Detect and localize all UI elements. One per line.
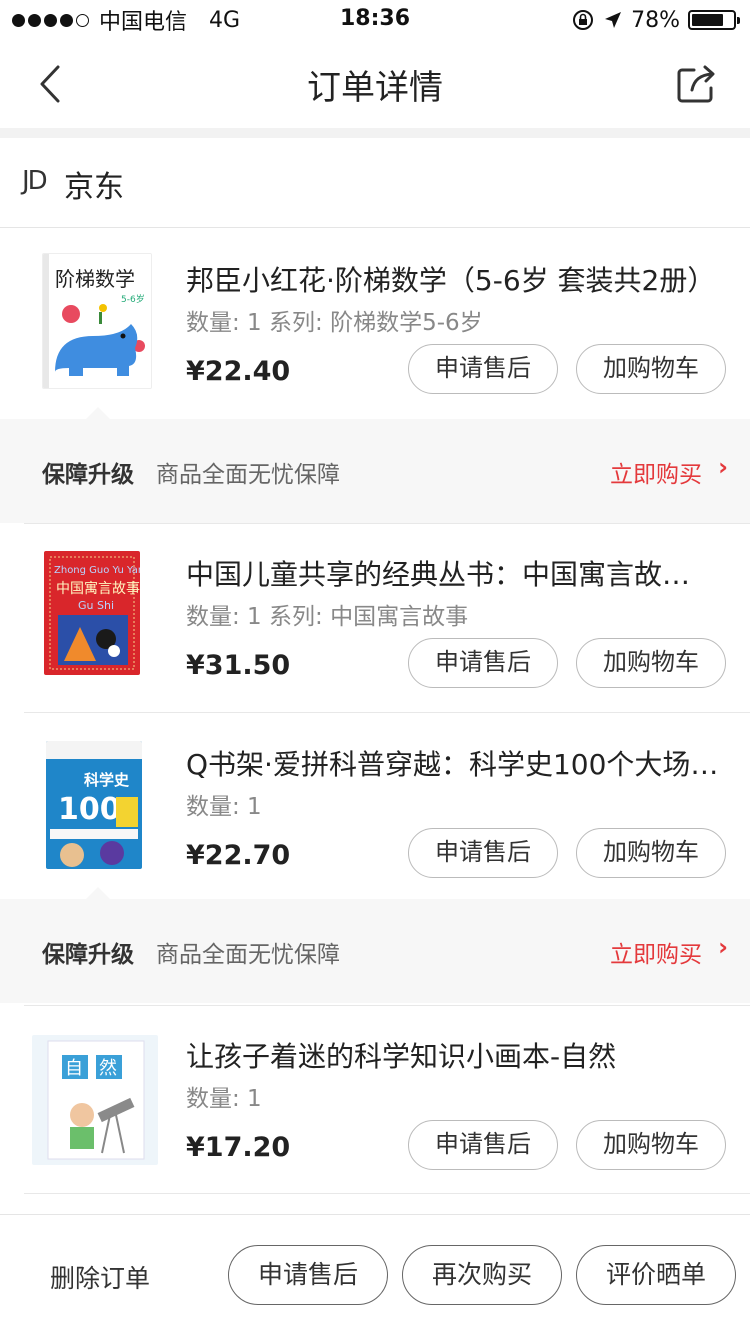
product-meta: 数量: 1 bbox=[186, 794, 262, 820]
guarantee-upgrade-bar[interactable]: 保障升级 商品全面无忧保障 立即购买 › bbox=[0, 407, 750, 523]
cover-title-part-2: 然 bbox=[99, 1058, 117, 1079]
add-to-cart-button[interactable]: 加购物车 bbox=[576, 344, 726, 394]
product-item[interactable]: 阶梯数学 5-6岁 邦臣小红花·阶梯数学（5-6岁 套装共2册） 数量: 1 系… bbox=[0, 229, 750, 419]
guarantee-desc: 商品全面无忧保障 bbox=[156, 942, 340, 968]
book-cover-math-icon: 阶梯数学 5-6岁 bbox=[43, 254, 151, 388]
divider bbox=[24, 1005, 750, 1006]
product-title[interactable]: 让孩子着迷的科学知识小画本-自然 bbox=[186, 1035, 726, 1075]
review-button[interactable]: 评价晒单 bbox=[576, 1245, 736, 1305]
delete-order-button[interactable]: 删除订单 bbox=[50, 1259, 150, 1295]
product-title[interactable]: Q书架·爱拼科普穿越：科学史100个大场… bbox=[186, 743, 726, 783]
bottom-action-bar: 删除订单 申请售后 再次购买 评价晒单 bbox=[0, 1214, 750, 1334]
cover-pinyin: Zhong Guo Yu Yan bbox=[54, 565, 140, 576]
chevron-right-icon: › bbox=[718, 933, 728, 961]
cover-title-part-1: 自 bbox=[65, 1058, 83, 1079]
product-item[interactable]: Zhong Guo Yu Yan 中国寓言故事 Gu Shi 中国儿童共享的经典… bbox=[0, 523, 750, 713]
shop-name: 京东 bbox=[64, 170, 124, 205]
product-item[interactable]: 自 然 让孩子着迷的科学知识小画本-自然 数量: 1 ¥17.20 申请售后 加… bbox=[0, 1005, 750, 1194]
share-icon[interactable] bbox=[676, 62, 718, 104]
apply-after-sale-button[interactable]: 申请售后 bbox=[408, 1120, 558, 1170]
divider bbox=[24, 1193, 750, 1194]
book-cover-science-icon: 科学史 100 bbox=[46, 741, 142, 869]
guarantee-desc: 商品全面无忧保障 bbox=[156, 462, 340, 488]
cover-title: 中国寓言故事 bbox=[56, 580, 140, 597]
product-price: ¥22.40 bbox=[186, 356, 291, 387]
guarantee-upgrade-bar[interactable]: 保障升级 商品全面无忧保障 立即购买 › bbox=[0, 887, 750, 1003]
page-title: 订单详情 bbox=[307, 68, 443, 108]
shop-header[interactable]: JD 京东 bbox=[0, 138, 750, 228]
divider bbox=[24, 523, 750, 524]
rebuy-button[interactable]: 再次购买 bbox=[402, 1245, 562, 1305]
location-arrow-icon bbox=[605, 12, 622, 28]
product-thumbnail[interactable]: Zhong Guo Yu Yan 中国寓言故事 Gu Shi bbox=[44, 551, 140, 675]
product-thumbnail[interactable]: 科学史 100 bbox=[46, 741, 142, 869]
product-thumbnail[interactable]: 自 然 bbox=[32, 1035, 158, 1165]
battery-icon bbox=[688, 10, 740, 30]
jd-logo: JD bbox=[22, 166, 48, 196]
book-cover-fable-icon: Zhong Guo Yu Yan 中国寓言故事 Gu Shi bbox=[44, 551, 140, 675]
status-bar: 中国电信 4G 18:36 78% bbox=[0, 0, 750, 40]
book-cover-nature-icon: 自 然 bbox=[32, 1035, 158, 1165]
battery-percent: 78% bbox=[631, 7, 680, 33]
section-gap bbox=[0, 128, 750, 138]
apply-after-sale-button[interactable]: 申请售后 bbox=[408, 344, 558, 394]
apply-after-sale-order-button[interactable]: 申请售后 bbox=[228, 1245, 388, 1305]
apply-after-sale-button[interactable]: 申请售后 bbox=[408, 828, 558, 878]
add-to-cart-button[interactable]: 加购物车 bbox=[576, 828, 726, 878]
cover-subtitle: 100 bbox=[58, 792, 121, 827]
product-title[interactable]: 邦臣小红花·阶梯数学（5-6岁 套装共2册） bbox=[186, 259, 726, 299]
chevron-right-icon: › bbox=[718, 453, 728, 481]
nav-bar: 订单详情 bbox=[0, 40, 750, 128]
product-price: ¥31.50 bbox=[186, 650, 291, 681]
cover-title: 科学史 bbox=[84, 771, 130, 789]
product-item[interactable]: 科学史 100 Q书架·爱拼科普穿越：科学史100个大场… 数量: 1 ¥22.… bbox=[0, 713, 750, 899]
buy-now-link[interactable]: 立即购买 bbox=[610, 935, 702, 969]
add-to-cart-button[interactable]: 加购物车 bbox=[576, 1120, 726, 1170]
guarantee-label: 保障升级 bbox=[42, 462, 134, 488]
rotation-lock-icon bbox=[573, 10, 594, 30]
apply-after-sale-button[interactable]: 申请售后 bbox=[408, 638, 558, 688]
cover-subtitle: Gu Shi bbox=[78, 599, 114, 612]
product-thumbnail[interactable]: 阶梯数学 5-6岁 bbox=[42, 253, 152, 389]
product-meta: 数量: 1 系列: 中国寓言故事 bbox=[186, 604, 469, 630]
battery-level bbox=[692, 14, 724, 26]
notch-arrow bbox=[86, 887, 110, 899]
buy-now-link[interactable]: 立即购买 bbox=[610, 455, 702, 489]
notch-arrow bbox=[86, 407, 110, 419]
product-price: ¥17.20 bbox=[186, 1132, 291, 1163]
product-title[interactable]: 中国儿童共享的经典丛书：中国寓言故… bbox=[186, 553, 726, 593]
guarantee-label: 保障升级 bbox=[42, 942, 134, 968]
product-meta: 数量: 1 系列: 阶梯数学5-6岁 bbox=[186, 310, 483, 336]
add-to-cart-button[interactable]: 加购物车 bbox=[576, 638, 726, 688]
product-price: ¥22.70 bbox=[186, 840, 291, 871]
status-right: 78% bbox=[571, 6, 740, 34]
cover-subtitle: 5-6岁 bbox=[121, 293, 145, 305]
cover-title: 阶梯数学 bbox=[55, 267, 135, 291]
product-meta: 数量: 1 bbox=[186, 1086, 262, 1112]
